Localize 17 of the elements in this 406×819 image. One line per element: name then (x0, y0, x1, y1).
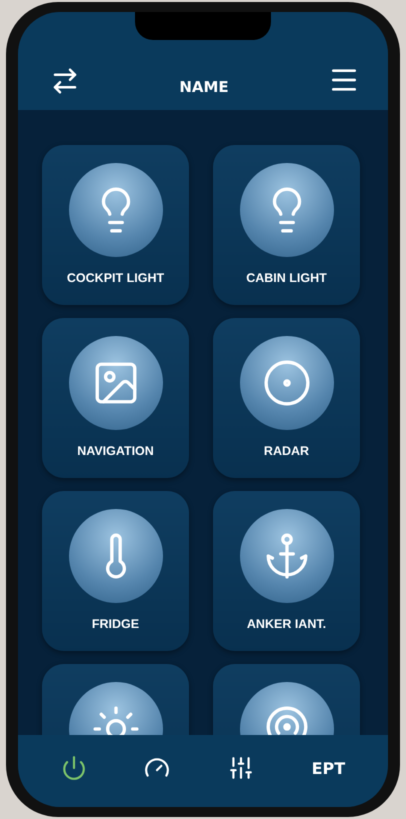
tile-label: COCKPIT LIGHT (66, 271, 164, 285)
control-tile[interactable]: COCKPIT LIGHT (42, 145, 189, 305)
sliders-icon (228, 755, 254, 781)
control-tile[interactable]: NAVIGATION (42, 318, 189, 478)
tile-label: ANKER IANT. (246, 617, 326, 631)
control-tile[interactable]: FRIDGE (42, 491, 189, 651)
control-tile[interactable]: ANKER IANT. (213, 491, 360, 651)
tile-label: RADAR (264, 444, 310, 458)
control-tile[interactable]: CABIN LIGHT (213, 145, 360, 305)
power-icon (60, 755, 87, 781)
header-title: NAME (179, 78, 229, 96)
tile-label: NAVIGATION (77, 444, 154, 458)
control-tile[interactable]: RADAR (213, 318, 360, 478)
target-icon (262, 358, 312, 408)
tile-label: FRIDGE (92, 617, 140, 631)
nav-button[interactable]: EPT (308, 754, 350, 782)
tile-label: CABIN LIGHT (246, 271, 327, 285)
